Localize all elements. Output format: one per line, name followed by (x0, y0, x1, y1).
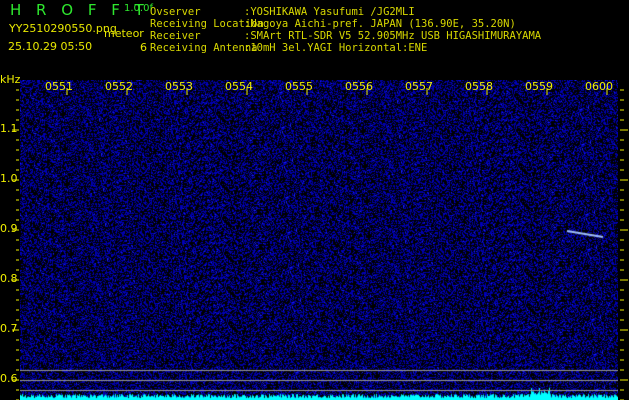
y-tick-label: 1.0 (0, 172, 18, 185)
y-tick-label: 1.1 (0, 122, 18, 135)
x-tick-label: 0554 (225, 80, 253, 93)
x-tick-label: 0552 (105, 80, 133, 93)
y-axis-label: kHz (0, 73, 21, 86)
x-tick-label: 0556 (345, 80, 373, 93)
x-tick-label: 0557 (405, 80, 433, 93)
x-tick-label: 0551 (45, 80, 73, 93)
y-tick-label: 0.7 (0, 322, 18, 335)
y-tick-label: 0.6 (0, 372, 18, 385)
x-tick-label: 0558 (465, 80, 493, 93)
y-tick-label: 0.8 (0, 272, 18, 285)
x-tick-label: 0553 (165, 80, 193, 93)
x-tick-label: 0555 (285, 80, 313, 93)
x-tick-label: 0600 (585, 80, 613, 93)
x-tick-label: 0559 (525, 80, 553, 93)
axes (12, 88, 628, 400)
y-tick-label: 0.9 (0, 222, 18, 235)
